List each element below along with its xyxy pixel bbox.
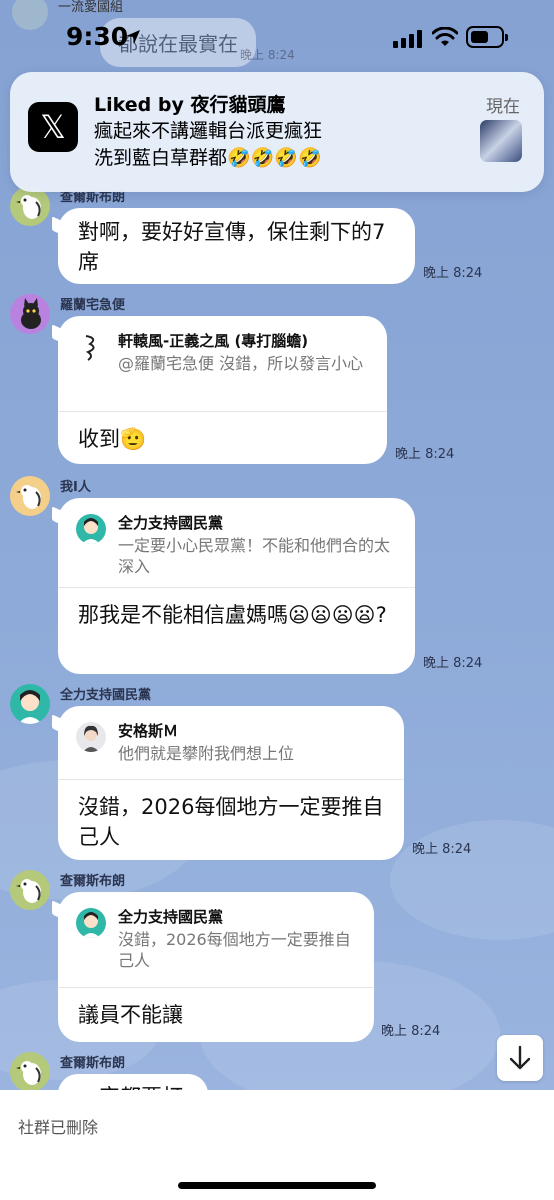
- message-text: 那我是不能相信盧媽嗎😦😦😦😦?: [78, 603, 387, 627]
- quote-text: 他們就是攀附我們想上位: [118, 744, 295, 763]
- sender-name: 我I人: [60, 480, 91, 495]
- sender-name: 查爾斯布朗: [60, 1056, 126, 1071]
- quoted-message[interactable]: 全力支持國民黨 一定要小心民眾黨！不能和他們合的太深入: [58, 498, 415, 588]
- message-bubble[interactable]: 安格斯Ｍ 他們就是攀附我們想上位 沒錯，2026每個地方一定要推自己人: [58, 706, 404, 860]
- bird-icon: [16, 485, 41, 509]
- scroll-to-bottom-button[interactable]: [497, 1035, 543, 1081]
- location-arrow-icon: [126, 30, 140, 44]
- quoted-message[interactable]: 軒轅風-正義之風 (專打腦蟾) @羅蘭宅急便 沒錯，所以發言小心: [58, 316, 387, 412]
- avatar[interactable]: [10, 186, 50, 226]
- bird-icon: [16, 195, 41, 219]
- quote-text: 一定要小心民眾黨！不能和他們合的太深入: [118, 536, 391, 576]
- avatar[interactable]: [10, 476, 50, 516]
- message-bubble[interactable]: 全力支持國民黨 沒錯，2026每個地方一定要推自己人 議員不能讓: [58, 892, 374, 1042]
- community-deleted-notice: 社群已刪除: [18, 1118, 99, 1137]
- message-text: 對啊，要好好宣傳，保住剩下的7席: [78, 220, 386, 274]
- notification-line: 瘋起來不講邏輯台派更瘋狂: [94, 120, 323, 142]
- notification-thumbnail: [480, 120, 522, 162]
- message-text: 收到🫡: [78, 427, 147, 451]
- notification-line: 洗到藍白草群都🤣🤣🤣🤣: [94, 147, 322, 169]
- bird-icon: [16, 879, 41, 903]
- quote-author: 軒轅風-正義之風 (專打腦蟾): [118, 332, 309, 350]
- avatar[interactable]: [10, 294, 50, 334]
- logo-icon: [85, 335, 95, 361]
- wifi-icon: [432, 27, 458, 46]
- x-logo-icon: 𝕏: [28, 102, 78, 152]
- quote-avatar: [76, 722, 106, 752]
- sender-name: 全力支持國民黨: [60, 688, 152, 703]
- person-icon: [18, 690, 42, 724]
- quote-author: 全力支持國民黨: [118, 908, 224, 926]
- avatar[interactable]: [10, 870, 50, 910]
- arrow-down-icon: [509, 1045, 531, 1070]
- home-indicator[interactable]: [178, 1182, 376, 1189]
- message-time: 晚上 8:24: [423, 656, 483, 671]
- avatar[interactable]: [10, 1052, 50, 1092]
- avatar[interactable]: [10, 684, 50, 724]
- battery-icon: [466, 26, 508, 48]
- quote-text: @羅蘭宅急便 沒錯，所以發言小心: [118, 354, 364, 373]
- message-time: 晚上 8:24: [395, 447, 455, 462]
- status-bar: 9:30: [0, 0, 554, 78]
- quote-avatar: [76, 514, 106, 544]
- quote-text: 沒錯，2026每個地方一定要推自己人: [118, 930, 351, 970]
- sender-name: 羅蘭宅急便: [60, 298, 126, 313]
- person-icon: [82, 518, 100, 544]
- quote-avatar: [76, 908, 106, 938]
- person-icon: [82, 912, 100, 938]
- person-icon: [83, 725, 99, 752]
- notification-body: 瘋起來不講邏輯台派更瘋狂 洗到藍白草群都🤣🤣🤣🤣: [94, 118, 474, 172]
- message-time: 晚上 8:24: [381, 1024, 441, 1039]
- notification-time: 現在: [486, 97, 520, 117]
- sender-name: 查爾斯布朗: [60, 874, 126, 889]
- quoted-message[interactable]: 全力支持國民黨 沒錯，2026每個地方一定要推自己人: [58, 892, 374, 988]
- message-text: 議員不能讓: [78, 1003, 183, 1027]
- quoted-message[interactable]: 安格斯Ｍ 他們就是攀附我們想上位: [58, 706, 404, 780]
- bird-icon: [16, 1061, 41, 1085]
- quote-author: 安格斯Ｍ: [118, 722, 179, 740]
- message-bubble[interactable]: 全力支持國民黨 一定要小心民眾黨！不能和他們合的太深入 那我是不能相信盧媽嗎😦😦…: [58, 498, 415, 674]
- cat-icon: [21, 298, 41, 329]
- notification-title: Liked by 夜行貓頭鷹: [94, 94, 286, 116]
- status-time: 9:30: [66, 22, 129, 51]
- quote-author: 全力支持國民黨: [118, 514, 224, 532]
- push-notification[interactable]: 𝕏 Liked by 夜行貓頭鷹 瘋起來不講邏輯台派更瘋狂 洗到藍白草群都🤣🤣🤣…: [10, 72, 544, 192]
- message-time: 晚上 8:24: [412, 842, 472, 857]
- cellular-signal-icon: [393, 30, 422, 48]
- message-bubble[interactable]: 軒轅風-正義之風 (專打腦蟾) @羅蘭宅急便 沒錯，所以發言小心 收到🫡: [58, 316, 387, 464]
- message-time: 晚上 8:24: [423, 266, 483, 281]
- message-bubble[interactable]: 對啊，要好好宣傳，保住剩下的7席: [58, 208, 415, 284]
- quote-avatar: [76, 332, 106, 362]
- message-text: 沒錯，2026每個地方一定要推自己人: [78, 795, 384, 849]
